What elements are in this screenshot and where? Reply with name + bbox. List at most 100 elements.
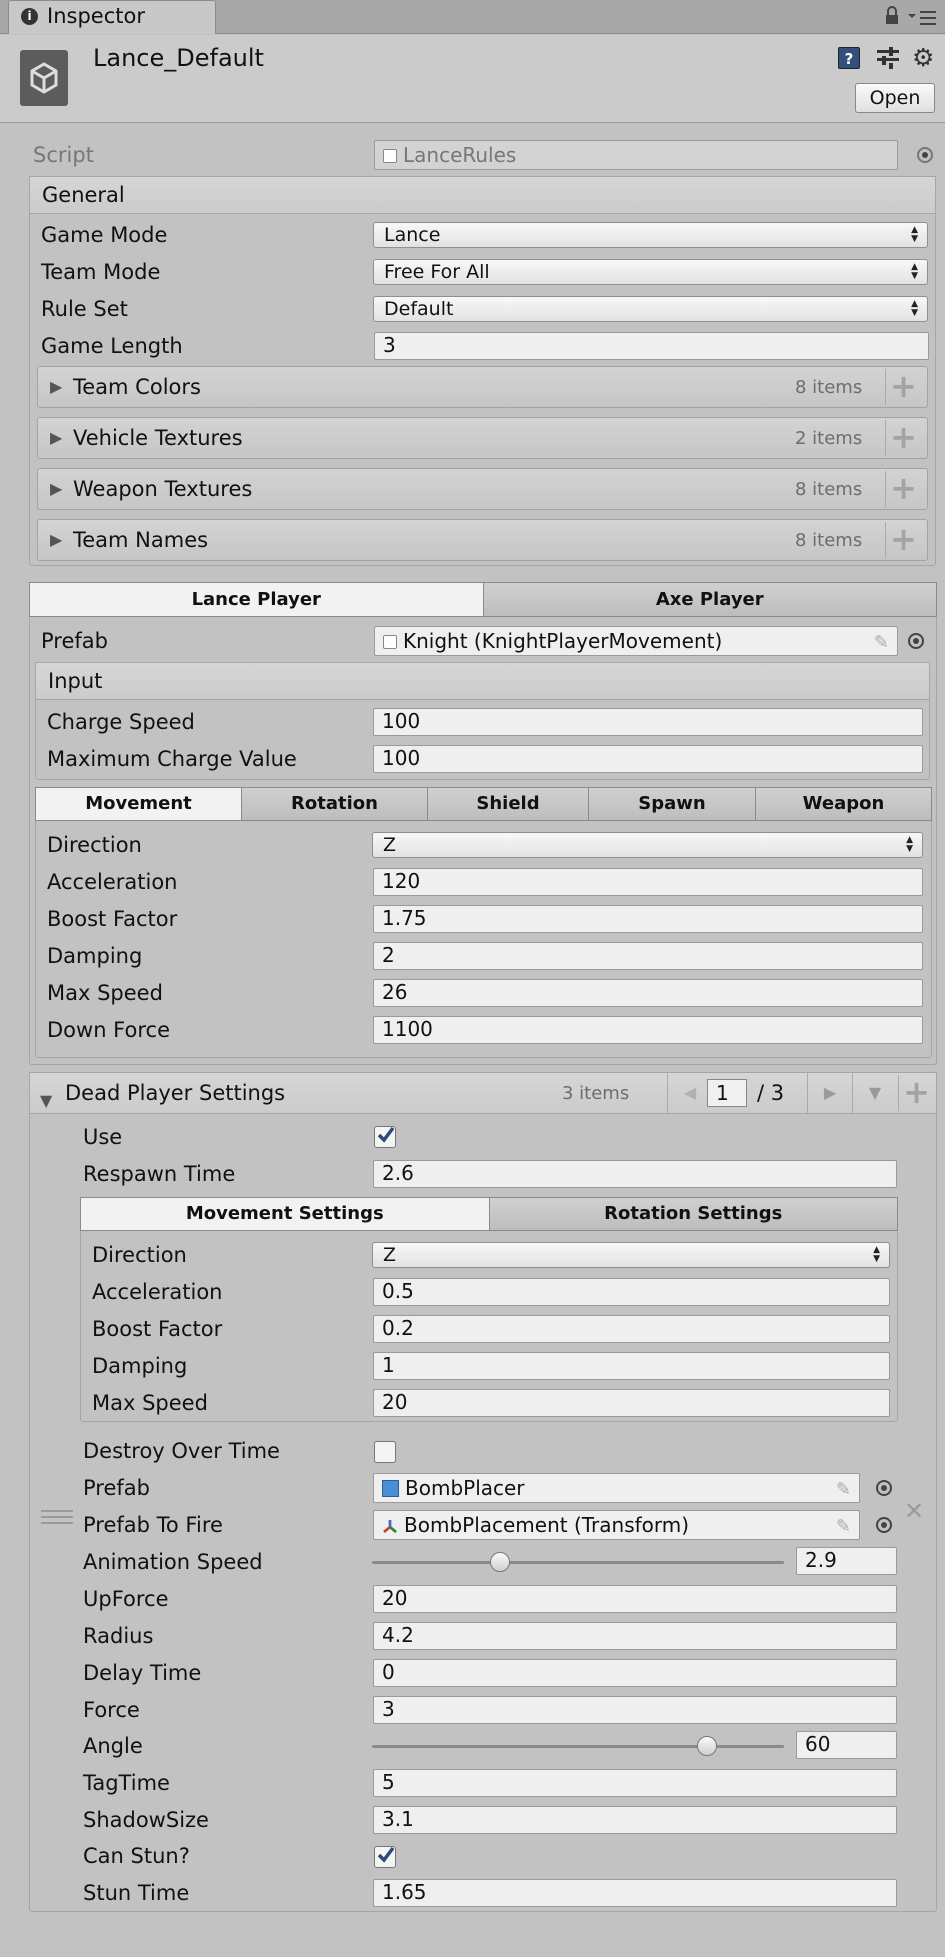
- tab-spawn[interactable]: Spawn: [589, 788, 756, 820]
- remove-element-icon[interactable]: ✕: [904, 1497, 924, 1525]
- open-button[interactable]: Open: [855, 83, 935, 113]
- drag-handle-icon[interactable]: [41, 1505, 73, 1524]
- bomb-prefab-label: Prefab: [83, 1476, 150, 1500]
- shadowsize-field[interactable]: 3.1: [373, 1806, 897, 1834]
- page-input[interactable]: 1: [707, 1079, 747, 1107]
- team-colors-count: 8 items: [795, 377, 863, 398]
- animation-speed-slider[interactable]: [372, 1550, 784, 1576]
- prev-page-icon[interactable]: ◀: [667, 1073, 712, 1113]
- gear-icon[interactable]: ⚙: [912, 44, 940, 72]
- damping-value: 2: [382, 943, 395, 967]
- preset-icon[interactable]: [875, 46, 901, 70]
- stun-time-value: 1.65: [382, 1880, 427, 1904]
- can-stun-checkbox[interactable]: [374, 1846, 396, 1868]
- tab-movement-label: Movement: [85, 793, 192, 814]
- delay-time-field[interactable]: 0: [373, 1659, 897, 1687]
- dead-acceleration-field[interactable]: 0.5: [373, 1278, 890, 1306]
- pencil-icon[interactable]: ✎: [836, 1513, 851, 1539]
- animation-speed-field[interactable]: 2.9: [796, 1547, 897, 1575]
- object-picker-icon[interactable]: [876, 1517, 892, 1533]
- weapon-textures-list[interactable]: ▶ Weapon Textures 8 items +: [37, 468, 928, 510]
- down-force-label: Down Force: [47, 1018, 170, 1042]
- tab-axe-player[interactable]: Axe Player: [483, 583, 936, 616]
- tagtime-field[interactable]: 5: [373, 1769, 897, 1797]
- add-icon[interactable]: +: [885, 522, 921, 558]
- use-checkbox[interactable]: [374, 1126, 396, 1148]
- team-names-list[interactable]: ▶ Team Names 8 items +: [37, 519, 928, 561]
- tab-movement-settings[interactable]: Movement Settings: [81, 1198, 490, 1230]
- dead-direction-label: Direction: [92, 1243, 187, 1267]
- object-picker-icon[interactable]: [917, 147, 933, 163]
- damping-field[interactable]: 2: [373, 942, 923, 970]
- pencil-icon[interactable]: ✎: [874, 629, 889, 655]
- dead-player-count: 3 items: [562, 1083, 630, 1104]
- acceleration-field[interactable]: 120: [373, 868, 923, 896]
- add-icon[interactable]: +: [885, 369, 921, 405]
- slider-knob[interactable]: [490, 1552, 510, 1572]
- game-mode-dropdown[interactable]: Lance ▲ ▼: [373, 222, 928, 248]
- dead-direction-dropdown[interactable]: Z ▲ ▼: [372, 1242, 890, 1268]
- team-mode-dropdown[interactable]: Free For All ▲ ▼: [373, 259, 928, 285]
- script-label: Script: [33, 143, 94, 167]
- game-length-field[interactable]: 3: [374, 332, 929, 360]
- rule-set-dropdown[interactable]: Default ▲ ▼: [373, 296, 928, 322]
- pencil-icon[interactable]: ✎: [836, 1476, 851, 1502]
- dead-max-speed-field[interactable]: 20: [373, 1389, 890, 1417]
- object-picker-icon[interactable]: [908, 633, 924, 649]
- bomb-prefab-field[interactable]: BombPlacer ✎: [373, 1473, 860, 1503]
- slider-knob[interactable]: [697, 1736, 717, 1756]
- shadowsize-label: ShadowSize: [83, 1808, 209, 1832]
- vehicle-textures-list[interactable]: ▶ Vehicle Textures 2 items +: [37, 417, 928, 459]
- inspector-tab[interactable]: i Inspector: [8, 0, 216, 34]
- tab-rotation[interactable]: Rotation: [242, 788, 428, 820]
- object-picker-icon[interactable]: [876, 1480, 892, 1496]
- direction-label: Direction: [47, 833, 142, 857]
- delay-time-label: Delay Time: [83, 1661, 202, 1685]
- vehicle-textures-label: Vehicle Textures: [73, 426, 243, 450]
- tab-weapon[interactable]: Weapon: [756, 788, 931, 820]
- dead-damping-field[interactable]: 1: [373, 1352, 890, 1380]
- destroy-over-time-checkbox[interactable]: [374, 1441, 396, 1463]
- input-header[interactable]: Input: [35, 662, 930, 700]
- vehicle-textures-count: 2 items: [795, 428, 863, 449]
- dropdown-icon[interactable]: ▼: [852, 1073, 897, 1113]
- tab-menu-icon[interactable]: [908, 8, 938, 28]
- add-icon[interactable]: +: [885, 420, 921, 456]
- team-colors-list[interactable]: ▶ Team Colors 8 items +: [37, 366, 928, 408]
- respawn-time-label: Respawn Time: [83, 1162, 236, 1186]
- script-field[interactable]: LanceRules: [374, 140, 898, 170]
- tab-movement[interactable]: Movement: [36, 788, 242, 820]
- upforce-field[interactable]: 20: [373, 1585, 897, 1613]
- next-page-icon[interactable]: ▶: [807, 1073, 852, 1113]
- radius-field[interactable]: 4.2: [373, 1622, 897, 1650]
- angle-field[interactable]: 60: [796, 1731, 897, 1759]
- dead-boost-factor-field[interactable]: 0.2: [373, 1315, 890, 1343]
- angle-value: 60: [805, 1732, 831, 1756]
- add-icon[interactable]: +: [898, 1075, 934, 1111]
- lock-icon[interactable]: [885, 6, 899, 26]
- help-icon[interactable]: ?: [838, 47, 860, 69]
- prefab-label: Prefab: [41, 629, 108, 653]
- down-force-field[interactable]: 1100: [373, 1016, 923, 1044]
- tab-lance-player[interactable]: Lance Player: [30, 583, 484, 616]
- tab-rotation-settings[interactable]: Rotation Settings: [489, 1198, 897, 1230]
- respawn-time-field[interactable]: 2.6: [373, 1160, 897, 1188]
- open-button-label: Open: [869, 87, 921, 109]
- boost-factor-field[interactable]: 1.75: [373, 905, 923, 933]
- force-field[interactable]: 3: [373, 1696, 897, 1724]
- add-icon[interactable]: +: [885, 471, 921, 507]
- angle-slider[interactable]: [372, 1734, 784, 1760]
- max-charge-field[interactable]: 100: [373, 745, 923, 773]
- acceleration-label: Acceleration: [47, 870, 178, 894]
- prefab-to-fire-field[interactable]: BombPlacement (Transform) ✎: [373, 1510, 860, 1540]
- tab-shield[interactable]: Shield: [428, 788, 589, 820]
- max-speed-field[interactable]: 26: [373, 979, 923, 1007]
- team-colors-label: Team Colors: [73, 375, 201, 399]
- dead-player-header[interactable]: ▼ Dead Player Settings 3 items ◀ 1 / 3 ▶…: [29, 1072, 937, 1114]
- page-value: 1: [716, 1081, 729, 1105]
- general-header[interactable]: General: [29, 176, 936, 214]
- prefab-field[interactable]: Knight (KnightPlayerMovement) ✎: [374, 626, 898, 656]
- charge-speed-field[interactable]: 100: [373, 708, 923, 736]
- stun-time-field[interactable]: 1.65: [373, 1879, 897, 1907]
- direction-dropdown[interactable]: Z ▲ ▼: [372, 832, 923, 858]
